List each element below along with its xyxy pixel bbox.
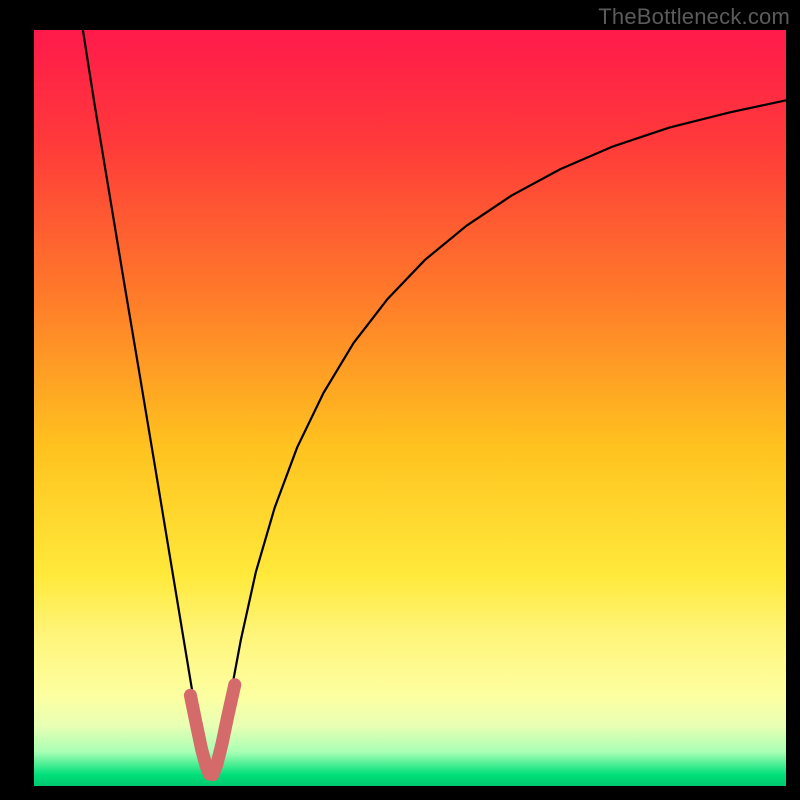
gradient-background [34, 30, 786, 786]
watermark-text: TheBottleneck.com [598, 4, 790, 30]
bottleneck-chart [0, 0, 800, 800]
stage: TheBottleneck.com [0, 0, 800, 800]
